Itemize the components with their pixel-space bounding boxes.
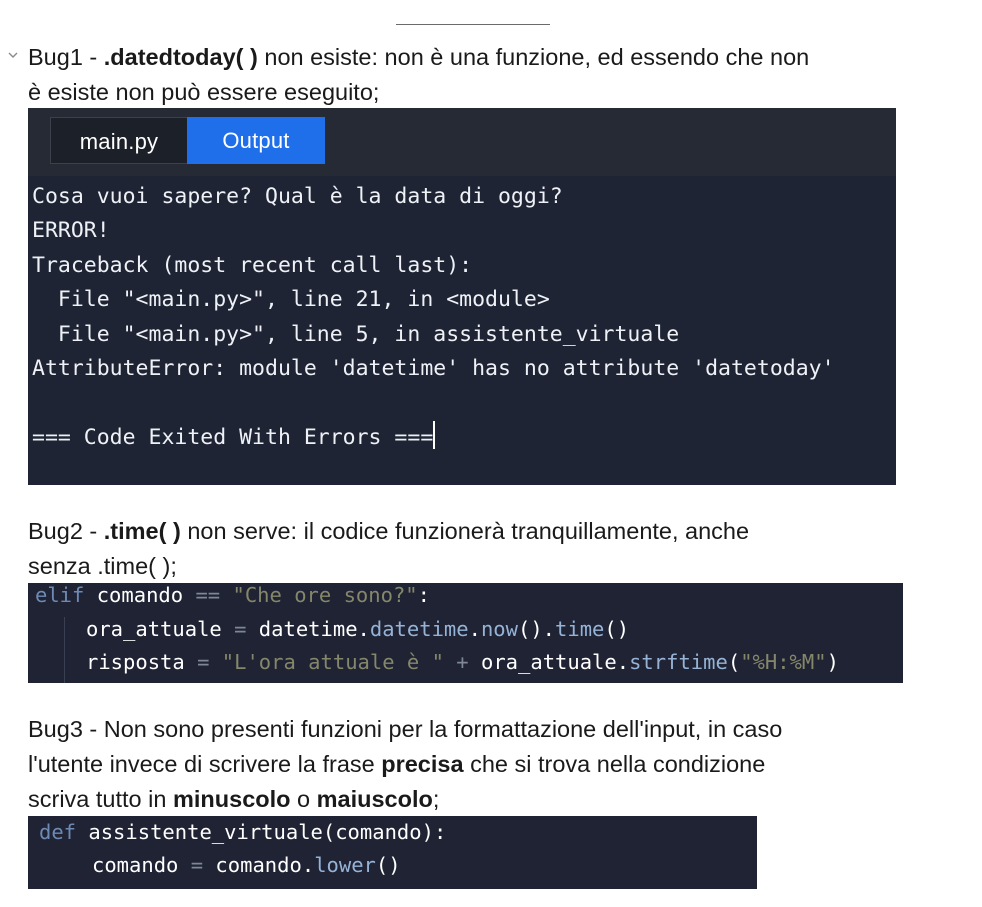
output-line: === Code Exited With Errors ===: [32, 424, 434, 450]
code-line: ora_attuale = datetime.datetime.now().ti…: [86, 617, 630, 641]
output-line: Cosa vuoi sapere? Qual è la data di oggi…: [32, 184, 563, 209]
bug3-line-3: scriva tutto in minuscolo o maiuscolo;: [28, 786, 440, 812]
bold-minuscolo: minuscolo: [172, 786, 291, 812]
bug2-code: .time( ): [103, 518, 181, 544]
output-console: Cosa vuoi sapere? Qual è la data di oggi…: [32, 180, 835, 455]
bug1-text-1: non esiste: non è una funzione, ed essen…: [257, 44, 810, 70]
tab-output[interactable]: Output: [187, 117, 325, 164]
output-line: AttributeError: module 'datetime' has no…: [32, 356, 835, 382]
code-line: def assistente_virtuale(comando):: [39, 820, 447, 844]
code-line: elif comando == "Che ore sono?":: [35, 583, 430, 607]
bug1-line-2: è esiste non può essere eseguito;: [28, 79, 380, 105]
bold-precisa: precisa: [381, 751, 464, 777]
bug2-text-1: non serve: il codice funzionerà tranquil…: [180, 518, 750, 544]
code-line: risposta = "L'ora attuale è " + ora_attu…: [86, 650, 839, 674]
output-line: File "<main.py>", line 21, in <module>: [32, 287, 550, 313]
code-line: comando = comando.lower(): [92, 853, 401, 877]
bug3-line-1: Bug3 - Non sono presenti funzioni per la…: [28, 716, 783, 742]
bold-maiuscolo: maiuscolo: [316, 786, 433, 812]
indent-guide: [64, 617, 65, 683]
output-panel: main.py Output Cosa vuoi sapere? Qual è …: [28, 108, 896, 485]
code-block-time: elif comando == "Che ore sono?": ora_att…: [28, 583, 903, 683]
panel-tab-bar: main.py Output: [28, 108, 896, 176]
code-block-lower: def assistente_virtuale(comando): comand…: [28, 816, 757, 889]
text-cursor: [433, 420, 436, 449]
bug3-line-2: l'utente invece di scrivere la frase pre…: [28, 751, 766, 777]
bug1-label: Bug1 -: [28, 44, 104, 70]
bug1-code: .datedtoday( ): [103, 44, 258, 70]
horizontal-rule: [396, 24, 550, 25]
output-line-last: === Code Exited With Errors ===: [32, 420, 835, 455]
output-line: ​: [32, 386, 835, 420]
output-line: ERROR!: [32, 218, 110, 244]
chevron-down-icon[interactable]: [6, 48, 20, 62]
bug2-label: Bug2 -: [28, 518, 104, 544]
bug2-line-1: Bug2 - .time( ) non serve: il codice fun…: [28, 514, 749, 549]
bug1-line-1: Bug1 - .datedtoday( ) non esiste: non è …: [28, 40, 809, 75]
output-line: Traceback (most recent call last):: [32, 252, 473, 278]
tab-main-py[interactable]: main.py: [50, 117, 187, 164]
output-line: File "<main.py>", line 5, in assistente_…: [32, 321, 680, 347]
